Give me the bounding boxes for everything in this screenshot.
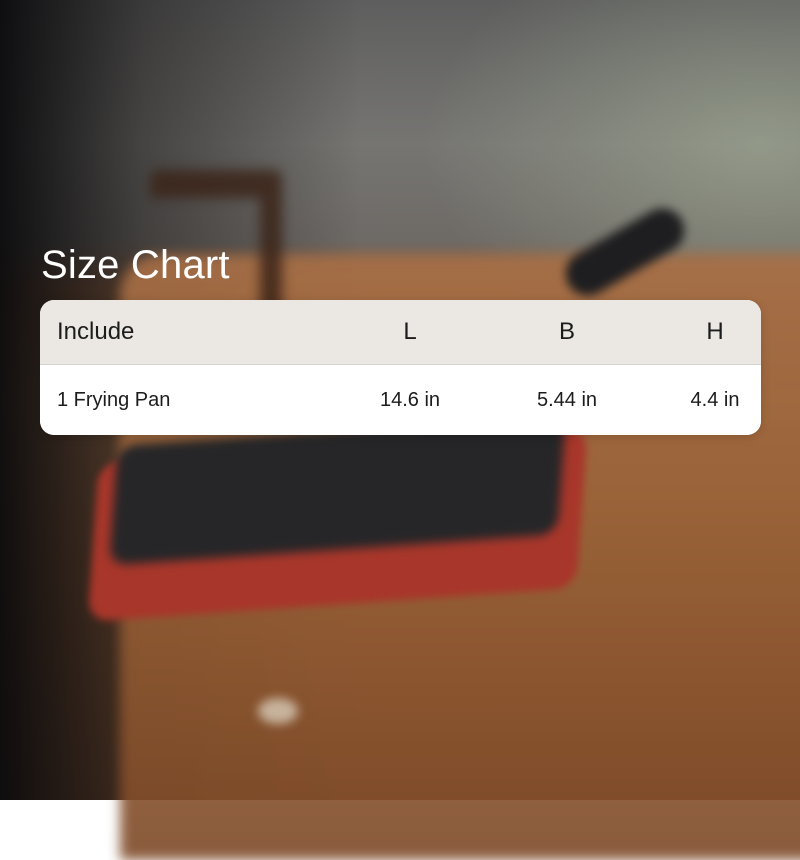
header-height: H [706, 318, 724, 345]
food-crumb [258, 698, 298, 724]
row-length: 14.6 in [379, 388, 441, 411]
header-length: L [403, 318, 417, 345]
size-chart-table: Include L B H 1 Frying Pan 14.6 in 5.44 … [40, 300, 761, 435]
table-row: 1 Frying Pan 14.6 in 5.44 in 4.4 in [40, 365, 761, 435]
header-include: Include [57, 318, 135, 345]
table-header-row: Include L B H [40, 300, 761, 365]
header-breadth: B [558, 318, 575, 345]
size-chart-title: Size Chart [41, 243, 230, 287]
row-height: 4.4 in [690, 388, 740, 411]
row-include: 1 Frying Pan [57, 388, 171, 411]
row-breadth: 5.44 in [536, 388, 598, 411]
